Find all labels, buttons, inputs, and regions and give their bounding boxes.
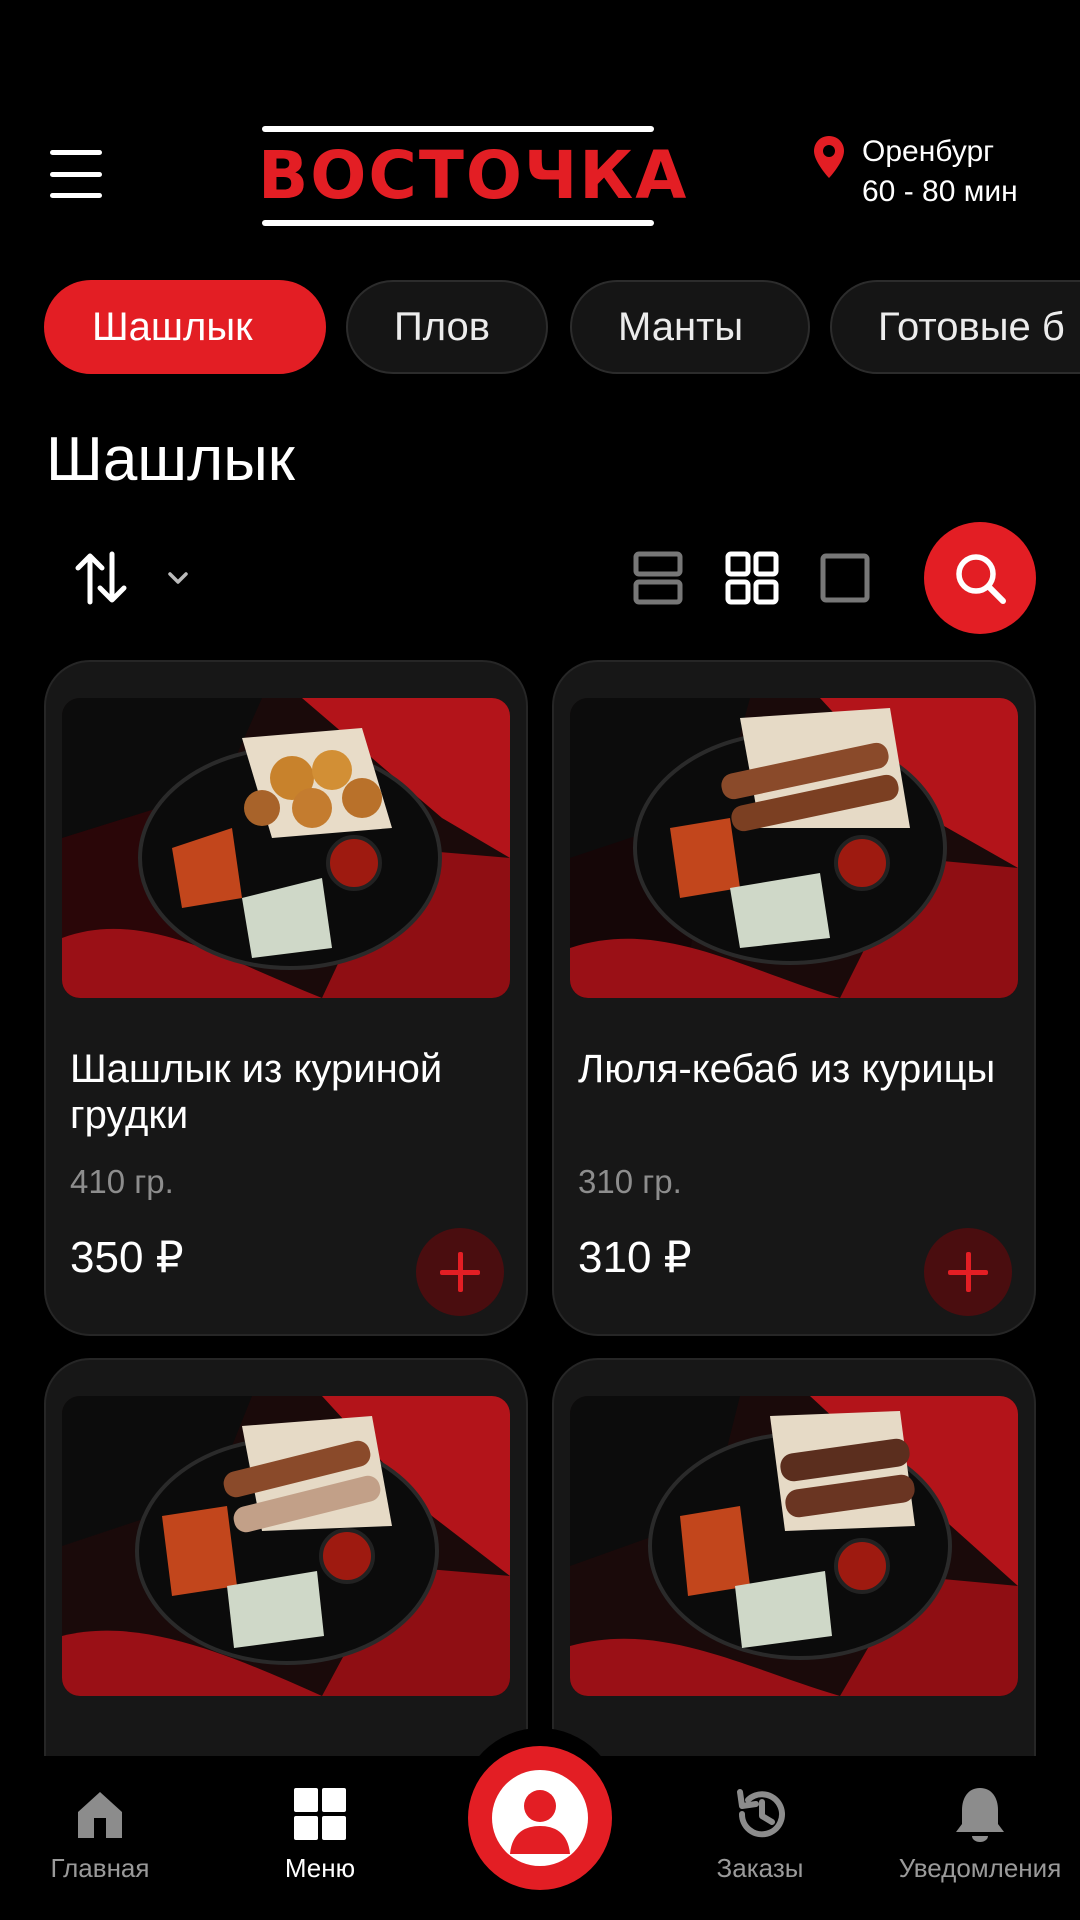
product-card[interactable]: Люля-кебаб из курицы 310 гр. 310 ₽ — [552, 660, 1036, 1336]
product-price: 310 ₽ — [578, 1233, 692, 1282]
product-photo — [62, 1396, 510, 1696]
nav-label: Уведомления — [898, 1853, 1062, 1883]
tab-gotovye[interactable]: Готовые б — [830, 280, 1080, 374]
bell-icon — [956, 1788, 1004, 1842]
grid-view-icon[interactable] — [724, 548, 780, 608]
add-to-cart-button[interactable] — [416, 1228, 504, 1316]
nav-label: Главная — [50, 1853, 150, 1883]
chevron-down-icon — [168, 572, 188, 584]
tab-plov[interactable]: Плов — [346, 280, 548, 374]
product-price: 350 ₽ — [70, 1233, 184, 1282]
tab-manty[interactable]: Манты — [570, 280, 810, 374]
map-pin-icon — [814, 136, 844, 178]
nav-label: Заказы — [716, 1853, 804, 1883]
tab-shashlyk[interactable]: Шашлык — [44, 280, 326, 374]
search-icon — [956, 554, 1006, 604]
nav-menu[interactable]: Меню — [220, 1784, 420, 1894]
product-name: Шашлык из куриной грудки — [70, 1047, 443, 1137]
product-photo — [570, 1396, 1018, 1696]
home-icon — [78, 1792, 122, 1838]
product-weight: 410 гр. — [70, 1163, 174, 1200]
product-photo — [570, 698, 1018, 998]
single-view-icon[interactable] — [818, 548, 874, 608]
brand-logo[interactable]: ВОСТОЧКА — [258, 126, 689, 226]
page-title: Шашлык — [46, 425, 295, 494]
profile-icon — [492, 1770, 588, 1866]
delivery-time: 60 - 80 мин — [862, 175, 1018, 208]
delivery-location[interactable]: Оренбург 60 - 80 мин — [812, 134, 1072, 214]
product-name: Люля-кебаб из курицы — [578, 1047, 996, 1091]
product-weight: 310 гр. — [578, 1163, 682, 1200]
sort-arrows-icon — [75, 551, 127, 605]
hamburger-menu-icon[interactable] — [50, 150, 102, 198]
nav-label: Меню — [284, 1853, 356, 1883]
product-card[interactable]: Шашлык из куриной грудки 410 гр. 350 ₽ — [44, 660, 528, 1336]
app-header: ВОСТОЧКА Оренбург 60 - 80 мин — [0, 110, 1080, 230]
search-button[interactable] — [924, 522, 1036, 634]
nav-notifications[interactable]: Уведомления — [880, 1784, 1080, 1894]
logo-text: ВОСТОЧКА — [258, 137, 689, 214]
history-icon — [737, 1789, 785, 1838]
product-photo — [62, 698, 510, 998]
category-tabs: Шашлык Плов Манты Готовые б — [0, 280, 1080, 376]
city-name: Оренбург — [862, 135, 995, 168]
grid-menu-icon — [294, 1788, 346, 1840]
list-view-icon[interactable] — [632, 548, 688, 608]
nav-orders[interactable]: Заказы — [660, 1784, 860, 1894]
profile-button[interactable] — [468, 1746, 612, 1890]
nav-home[interactable]: Главная — [0, 1784, 200, 1894]
sort-dropdown[interactable] — [72, 548, 202, 608]
add-to-cart-button[interactable] — [924, 1228, 1012, 1316]
